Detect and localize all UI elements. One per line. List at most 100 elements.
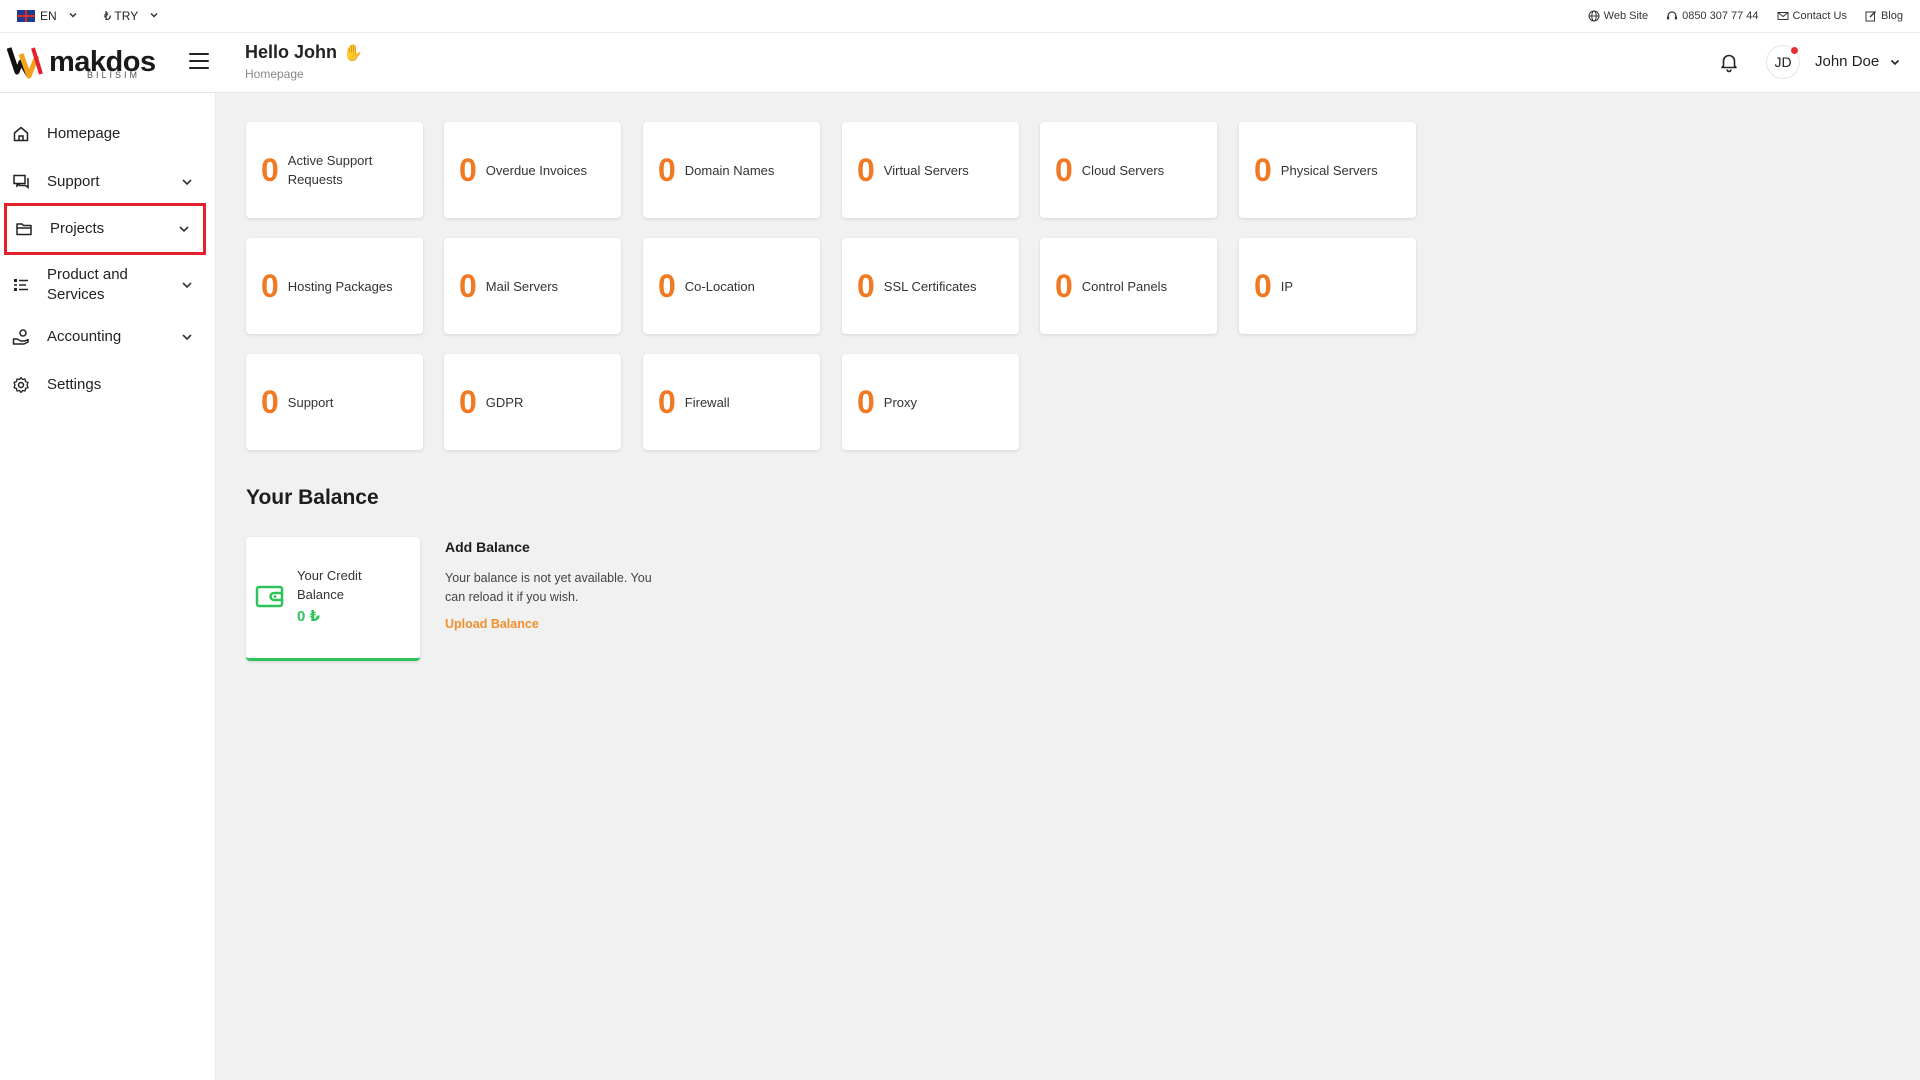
stat-label: Mail Servers [485,278,559,294]
add-balance-description: Your balance is not yet available. You c… [445,571,652,604]
stat-label: Proxy [883,394,918,410]
stat-label: Hosting Packages [287,278,393,294]
stat-card-domain-names[interactable]: 0 Domain Names [643,122,820,218]
phone-link-label: 0850 307 77 44 [1682,10,1759,22]
list-icon [14,279,28,291]
blog-link-label: Blog [1880,10,1903,22]
sidebar-item-accounting[interactable]: Accounting [4,314,206,360]
support-chat-icon [13,174,29,190]
chevron-down-icon [68,10,78,23]
uk-flag-icon [17,10,35,22]
stat-label: Cloud Servers [1081,162,1165,178]
stat-card-virtual-servers[interactable]: 0 Virtual Servers [842,122,1019,218]
stat-value: 0 [459,152,477,188]
stat-label: Physical Servers [1280,162,1378,178]
accounting-icon [12,329,29,345]
sidebar-item-label: Homepage [47,125,121,142]
stat-card-overdue-invoices[interactable]: 0 Overdue Invoices [444,122,621,218]
stat-label: Support [287,394,334,410]
stat-value: 0 [658,268,676,304]
sidebar-item-label: Settings [47,376,102,393]
gear-icon [13,376,29,394]
globe-icon [1588,10,1600,22]
sidebar-item-settings[interactable]: Settings [4,362,206,408]
stat-card-co-location[interactable]: 0 Co-Location [643,238,820,334]
stat-value: 0 [857,152,875,188]
headset-icon [1666,10,1678,22]
sidebar-item-projects[interactable]: Projects [4,203,206,255]
stat-value: 0 [459,384,477,420]
stat-card-proxy[interactable]: 0 Proxy [842,354,1019,450]
upload-balance-link[interactable]: Upload Balance [445,617,539,631]
waving-hand-icon: ✋ [343,44,363,62]
chevron-down-icon [182,334,192,341]
chevron-down-icon [182,282,192,289]
credit-balance-label: Your Credit Balance [297,568,362,602]
stat-card-firewall[interactable]: 0 Firewall [643,354,820,450]
stat-card-cloud-servers[interactable]: 0 Cloud Servers [1040,122,1217,218]
chevron-down-icon [149,10,159,23]
brand-logo[interactable]: makdos BILISIM [7,42,157,82]
stat-card-hosting-packages[interactable]: 0 Hosting Packages [246,238,423,334]
stat-card-mail-servers[interactable]: 0 Mail Servers [444,238,621,334]
notification-bell-icon[interactable] [1718,51,1740,73]
sidebar-item-product-and-services[interactable]: Product and Services [4,257,206,313]
contact-link-label: Contact Us [1792,10,1847,22]
stat-card-gdpr[interactable]: 0 GDPR [444,354,621,450]
folder-icon [16,223,32,236]
stat-value: 0 [1055,268,1073,304]
stat-value: 0 [1254,268,1272,304]
edit-icon [1865,10,1877,22]
chevron-down-icon [1891,59,1900,65]
stat-card-ssl-certificates[interactable]: 0 SSL Certificates [842,238,1019,334]
stat-card-control-panels[interactable]: 0 Control Panels [1040,238,1217,334]
stat-label: Virtual Servers [883,162,969,178]
stat-value: 0 [857,384,875,420]
menu-toggle-icon[interactable] [189,53,209,69]
user-menu[interactable]: John Doe [1815,53,1901,70]
avatar-initials: JD [1774,54,1792,70]
brand-logo-subtext: BILISIM [87,70,141,80]
top-bar: EN ₺ TRY Web Site 0850 307 77 44 Contact… [0,0,1920,33]
blog-link[interactable]: Blog [1865,10,1903,22]
stat-value: 0 [658,152,676,188]
currency-selector[interactable]: ₺ TRY [104,9,160,23]
stat-card-support[interactable]: 0 Support [246,354,423,450]
stat-card-ip[interactable]: 0 IP [1239,238,1416,334]
sidebar: Homepage Support Projects Product and Se… [0,93,216,1080]
credit-balance-value: 0 ₺ [297,608,320,625]
stat-card-physical-servers[interactable]: 0 Physical Servers [1239,122,1416,218]
stat-value: 0 [459,268,477,304]
add-balance-title: Add Balance [445,539,530,555]
language-selector[interactable]: EN [17,9,78,23]
contact-link[interactable]: Contact Us [1777,10,1847,22]
stat-card-active-support-requests[interactable]: 0 Active Support Requests [246,122,423,218]
sidebar-item-support[interactable]: Support [4,159,206,205]
greeting-block: Hello John ✋ Homepage [245,42,363,81]
notification-dot [1791,47,1798,54]
main-content: 0 Active Support Requests 0 Overdue Invo… [216,93,1920,1080]
sidebar-item-homepage[interactable]: Homepage [4,111,206,157]
website-link[interactable]: Web Site [1588,10,1648,22]
stat-value: 0 [658,384,676,420]
stat-value: 0 [1254,152,1272,188]
home-icon [13,126,29,142]
stat-label: Domain Names [684,162,775,178]
avatar[interactable]: JD [1766,45,1800,79]
chevron-down-icon [179,226,189,233]
stat-value: 0 [261,384,279,420]
username-label: John Doe [1815,53,1880,70]
stat-value: 0 [1055,152,1073,188]
wallet-icon [255,585,284,608]
website-link-label: Web Site [1603,10,1649,22]
stat-value: 0 [261,268,279,304]
balance-section-title: Your Balance [246,486,379,509]
language-label: EN [40,9,57,23]
phone-link[interactable]: 0850 307 77 44 [1666,10,1759,22]
stat-label: IP [1280,278,1294,294]
stat-label: Control Panels [1081,278,1168,294]
sidebar-item-label: Support [47,173,100,190]
chevron-down-icon [182,179,192,186]
mail-icon [1777,10,1789,22]
app-header: makdos BILISIM Hello John ✋ Homepage JD … [0,33,1920,93]
